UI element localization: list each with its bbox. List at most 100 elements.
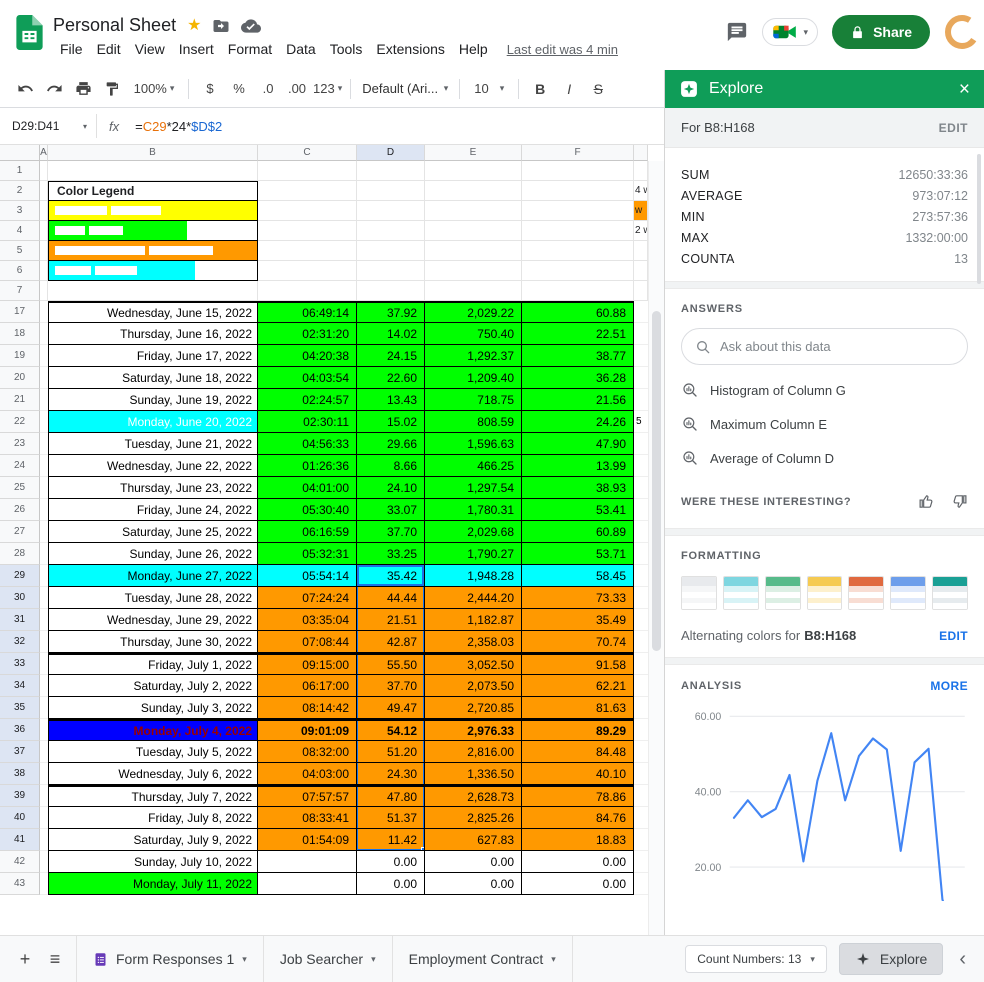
- cell[interactable]: [357, 221, 425, 241]
- cell-a[interactable]: [40, 697, 48, 719]
- cell-f[interactable]: 18.83: [522, 829, 634, 851]
- cell-g[interactable]: [634, 521, 648, 543]
- row-header[interactable]: 7: [0, 281, 40, 301]
- format-swatch-4[interactable]: [806, 576, 843, 610]
- cell-a[interactable]: [40, 851, 48, 873]
- cell-f[interactable]: 78.86: [522, 785, 634, 807]
- close-icon[interactable]: ×: [959, 80, 970, 99]
- cell-g[interactable]: [634, 763, 648, 785]
- cell-date[interactable]: Tuesday, July 5, 2022: [48, 741, 258, 763]
- increase-decimals-button[interactable]: .00: [284, 76, 310, 102]
- format-swatch-1[interactable]: [681, 576, 717, 610]
- cell[interactable]: [522, 161, 634, 181]
- cell-a[interactable]: [40, 807, 48, 829]
- cell-c[interactable]: 05:54:14: [258, 565, 357, 587]
- menu-file[interactable]: File: [53, 39, 90, 59]
- row-header[interactable]: 33: [0, 653, 40, 675]
- answer-suggestion-2[interactable]: Maximum Column E: [681, 407, 968, 441]
- cell-date[interactable]: Monday, July 11, 2022: [48, 873, 258, 895]
- cell-date[interactable]: Tuesday, June 28, 2022: [48, 587, 258, 609]
- cell-g[interactable]: [634, 829, 648, 851]
- row-header[interactable]: 1: [0, 161, 40, 181]
- cell-c[interactable]: 04:03:00: [258, 763, 357, 785]
- strikethrough-button[interactable]: S: [585, 76, 611, 102]
- cell-c[interactable]: [258, 851, 357, 873]
- cell-f[interactable]: 81.63: [522, 697, 634, 719]
- cell-d[interactable]: 55.50: [357, 653, 425, 675]
- cell-c[interactable]: 02:31:20: [258, 323, 357, 345]
- cell-e[interactable]: 2,444.20: [425, 587, 522, 609]
- cell-c[interactable]: 01:26:36: [258, 455, 357, 477]
- cell-date[interactable]: Saturday, July 9, 2022: [48, 829, 258, 851]
- count-summary-select[interactable]: Count Numbers: 13 ▾: [685, 945, 827, 973]
- cell-d[interactable]: 15.02: [357, 411, 425, 433]
- last-edit-link[interactable]: Last edit was 4 min: [507, 42, 618, 57]
- row-header[interactable]: 24: [0, 455, 40, 477]
- cell-g[interactable]: [634, 161, 648, 181]
- cell[interactable]: [258, 241, 357, 261]
- row-header[interactable]: 17: [0, 301, 40, 323]
- cell-f[interactable]: 58.45: [522, 565, 634, 587]
- cell-g[interactable]: 2 w: [634, 221, 648, 241]
- cell-b[interactable]: Color Legend: [48, 181, 258, 201]
- cell-date[interactable]: Saturday, June 18, 2022: [48, 367, 258, 389]
- cell-date[interactable]: Friday, July 1, 2022: [48, 653, 258, 675]
- cell-c[interactable]: 09:15:00: [258, 653, 357, 675]
- cell-a[interactable]: [40, 609, 48, 631]
- cell-date[interactable]: Tuesday, June 21, 2022: [48, 433, 258, 455]
- row-header[interactable]: 27: [0, 521, 40, 543]
- row-header[interactable]: 18: [0, 323, 40, 345]
- font-size-select[interactable]: 10 ▾: [468, 76, 510, 102]
- sheets-logo[interactable]: [16, 15, 43, 55]
- cell-a[interactable]: [40, 241, 48, 261]
- cell-f[interactable]: 40.10: [522, 763, 634, 785]
- cell-e[interactable]: 466.25: [425, 455, 522, 477]
- row-header[interactable]: 28: [0, 543, 40, 565]
- cell-c[interactable]: 08:33:41: [258, 807, 357, 829]
- row-header[interactable]: 29: [0, 565, 40, 587]
- cell-f[interactable]: 22.51: [522, 323, 634, 345]
- row-header[interactable]: 2: [0, 181, 40, 201]
- search-input[interactable]: [720, 339, 954, 354]
- cell-f[interactable]: 60.89: [522, 521, 634, 543]
- cell-g[interactable]: [634, 323, 648, 345]
- format-swatch-2[interactable]: [722, 576, 759, 610]
- meet-button[interactable]: ▾: [761, 18, 819, 46]
- ask-data-searchbox[interactable]: [681, 328, 968, 365]
- menu-extensions[interactable]: Extensions: [369, 39, 451, 59]
- cell-e[interactable]: 1,182.87: [425, 609, 522, 631]
- cell-a[interactable]: [40, 829, 48, 851]
- cell-a[interactable]: [40, 323, 48, 345]
- cell-e[interactable]: 2,073.50: [425, 675, 522, 697]
- cell-g[interactable]: [634, 389, 648, 411]
- column-header-d[interactable]: D: [357, 145, 425, 161]
- vertical-scrollbar[interactable]: [648, 161, 664, 935]
- edit-range-button[interactable]: EDIT: [939, 121, 968, 135]
- cell-a[interactable]: [40, 719, 48, 741]
- cell-g[interactable]: 4 w: [634, 181, 648, 201]
- cell-f[interactable]: 38.93: [522, 477, 634, 499]
- cell-g[interactable]: [634, 807, 648, 829]
- cell-date[interactable]: Thursday, June 30, 2022: [48, 631, 258, 653]
- cell-c[interactable]: 04:03:54: [258, 367, 357, 389]
- row-header[interactable]: 30: [0, 587, 40, 609]
- cell-d[interactable]: 47.80: [357, 785, 425, 807]
- cell-f[interactable]: 70.74: [522, 631, 634, 653]
- cell[interactable]: [425, 281, 522, 301]
- cell-g[interactable]: [634, 281, 648, 301]
- cell-e[interactable]: 1,209.40: [425, 367, 522, 389]
- cell-a[interactable]: [40, 433, 48, 455]
- cell-a[interactable]: [40, 161, 48, 181]
- cell-g[interactable]: [634, 499, 648, 521]
- cell-c[interactable]: 06:17:00: [258, 675, 357, 697]
- cell-e[interactable]: 2,029.22: [425, 301, 522, 323]
- cell-e[interactable]: 2,720.85: [425, 697, 522, 719]
- cell-d[interactable]: 37.70: [357, 521, 425, 543]
- cell[interactable]: [425, 161, 522, 181]
- row-header[interactable]: 3: [0, 201, 40, 221]
- cell-f[interactable]: 0.00: [522, 873, 634, 895]
- cell-d[interactable]: 33.07: [357, 499, 425, 521]
- cell-a[interactable]: [40, 653, 48, 675]
- cell-f[interactable]: 24.26: [522, 411, 634, 433]
- cell-a[interactable]: [40, 411, 48, 433]
